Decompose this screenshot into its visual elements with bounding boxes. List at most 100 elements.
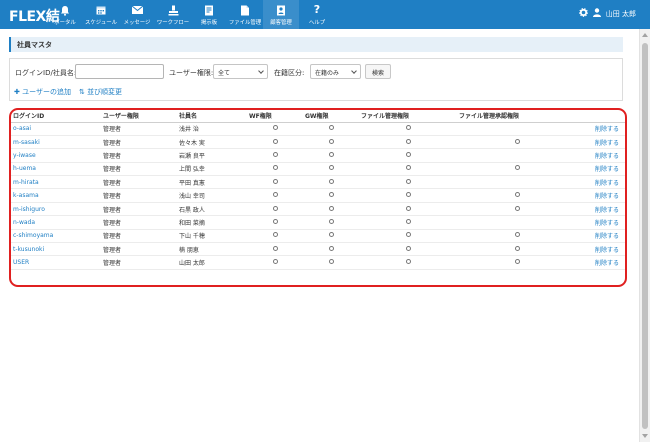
approve-permission-cell (457, 188, 577, 203)
col-file-permission: ファイル管理権限 (359, 110, 457, 123)
login-id-link[interactable]: k-asama (11, 188, 101, 203)
col-actions (577, 110, 625, 123)
col-login-id: ログインID (11, 110, 101, 123)
nav-message[interactable]: メッセージ (119, 0, 155, 29)
nav-workflow[interactable]: ワークフロー (155, 0, 191, 29)
calendar-icon (96, 4, 106, 16)
nav-schedule[interactable]: スケジュール (83, 0, 119, 29)
login-id-link[interactable]: t-kusunoki (11, 242, 101, 257)
circle-icon (405, 218, 411, 224)
user-area: 山田 太郎 (578, 8, 636, 19)
circle-icon (328, 245, 334, 251)
wf-permission-cell (247, 135, 303, 150)
circle-icon (514, 245, 520, 251)
user-role-cell: 管理者 (101, 202, 177, 217)
user-icon[interactable] (592, 8, 601, 19)
scroll-up-arrow-icon[interactable] (642, 33, 648, 37)
nav-file-management[interactable]: ファイル管理 (227, 0, 263, 29)
delete-link[interactable]: 削除する (577, 215, 625, 230)
status-value: 在籍のみ (315, 70, 340, 77)
login-id-link[interactable]: h-uema (11, 162, 101, 177)
circle-icon (272, 138, 278, 144)
scroll-down-arrow-icon[interactable] (642, 434, 648, 438)
user-type-select[interactable]: 全て (213, 64, 268, 79)
approve-permission-cell (457, 122, 577, 136)
login-id-link[interactable]: n-wada (11, 215, 101, 230)
vertical-scrollbar[interactable] (639, 29, 650, 442)
gw-permission-cell (303, 148, 359, 163)
user-role-cell: 管理者 (101, 229, 177, 244)
login-id-link[interactable]: y-iwase (11, 148, 101, 163)
file-permission-cell (359, 122, 457, 136)
login-id-link[interactable]: m-sasaki (11, 135, 101, 150)
gw-permission-cell (303, 162, 359, 177)
circle-icon (405, 259, 411, 265)
col-employee-name: 社員名 (177, 110, 247, 123)
file-permission-cell (359, 188, 457, 203)
delete-link[interactable]: 削除する (577, 255, 625, 270)
wf-permission-cell (247, 202, 303, 217)
circle-icon (405, 151, 411, 157)
wf-permission-cell (247, 229, 303, 244)
circle-icon (405, 125, 411, 131)
user-role-cell: 管理者 (101, 215, 177, 230)
login-id-link[interactable]: m-hirata (11, 175, 101, 190)
employee-table-container: ログインID ユーザー権限 社員名 WF権限 GW権限 ファイル管理権限 ファイ… (9, 108, 627, 287)
circle-icon (328, 218, 334, 224)
circle-icon (405, 178, 411, 184)
plus-icon: ✚ (14, 88, 23, 96)
nav-customer-management[interactable]: 顧客管理 (263, 0, 299, 29)
mail-icon (131, 4, 143, 16)
user-type-value: 全て (218, 70, 231, 77)
scrollbar-thumb[interactable] (642, 43, 648, 429)
circle-icon (328, 165, 334, 171)
chevron-down-icon (351, 68, 357, 74)
user-role-cell: 管理者 (101, 162, 177, 177)
file-permission-cell (359, 255, 457, 270)
delete-link[interactable]: 削除する (577, 202, 625, 217)
search-button[interactable]: 検索 (365, 64, 392, 79)
table-row: USER 管理者 山田 太郎 削除する (11, 255, 625, 270)
add-user-link[interactable]: ✚ ユーザーの追加 (14, 87, 71, 97)
delete-link[interactable]: 削除する (577, 242, 625, 257)
nav-board[interactable]: 掲示板 (191, 0, 227, 29)
approve-permission-cell (457, 215, 577, 230)
col-gw-permission: GW権限 (303, 110, 359, 123)
login-id-link[interactable]: c-shimoyama (11, 229, 101, 244)
wf-permission-cell (247, 122, 303, 136)
table-row: m-ishiguro 管理者 石黒 政人 削除する (11, 202, 625, 217)
login-id-input[interactable] (75, 64, 164, 79)
circle-icon (272, 259, 278, 265)
circle-icon (272, 205, 278, 211)
circle-icon (328, 192, 334, 198)
delete-link[interactable]: 削除する (577, 175, 625, 190)
delete-link[interactable]: 削除する (577, 148, 625, 163)
employee-name-cell: 平田 真憲 (177, 175, 247, 190)
delete-link[interactable]: 削除する (577, 135, 625, 150)
login-id-link[interactable]: m-ishiguro (11, 202, 101, 217)
approve-permission-cell (457, 255, 577, 270)
table-row: t-kusunoki 管理者楠 朋恵 削除する (11, 242, 625, 257)
user-name[interactable]: 山田 太郎 (606, 9, 636, 19)
circle-icon (272, 232, 278, 238)
page-title: 社員マスタ (9, 37, 623, 52)
table-row: h-uema 管理者 上間 弘幸 削除する (11, 162, 625, 177)
nav-portal[interactable]: ポータル (47, 0, 83, 29)
login-id-link[interactable]: USER (11, 255, 101, 270)
circle-icon (405, 205, 411, 211)
login-id-link[interactable]: o-asai (11, 122, 101, 136)
sort-order-link[interactable]: ⇅ 並び順変更 (79, 87, 122, 97)
status-select[interactable]: 在籍のみ (310, 64, 361, 79)
delete-link[interactable]: 削除する (577, 229, 625, 244)
delete-link[interactable]: 削除する (577, 162, 625, 177)
circle-icon (514, 138, 520, 144)
col-user-role: ユーザー権限 (101, 110, 177, 123)
table-header-row: ログインID ユーザー権限 社員名 WF権限 GW権限 ファイル管理権限 ファイ… (11, 110, 625, 123)
file-permission-cell (359, 202, 457, 217)
nav-help[interactable]: ? ヘルプ (299, 0, 335, 29)
table-row: m-sasaki 管理者 佐々木 実 削除する (11, 135, 625, 150)
delete-link[interactable]: 削除する (577, 122, 625, 136)
gear-icon[interactable] (578, 8, 588, 19)
delete-link[interactable]: 削除する (577, 188, 625, 203)
wf-permission-cell (247, 255, 303, 270)
